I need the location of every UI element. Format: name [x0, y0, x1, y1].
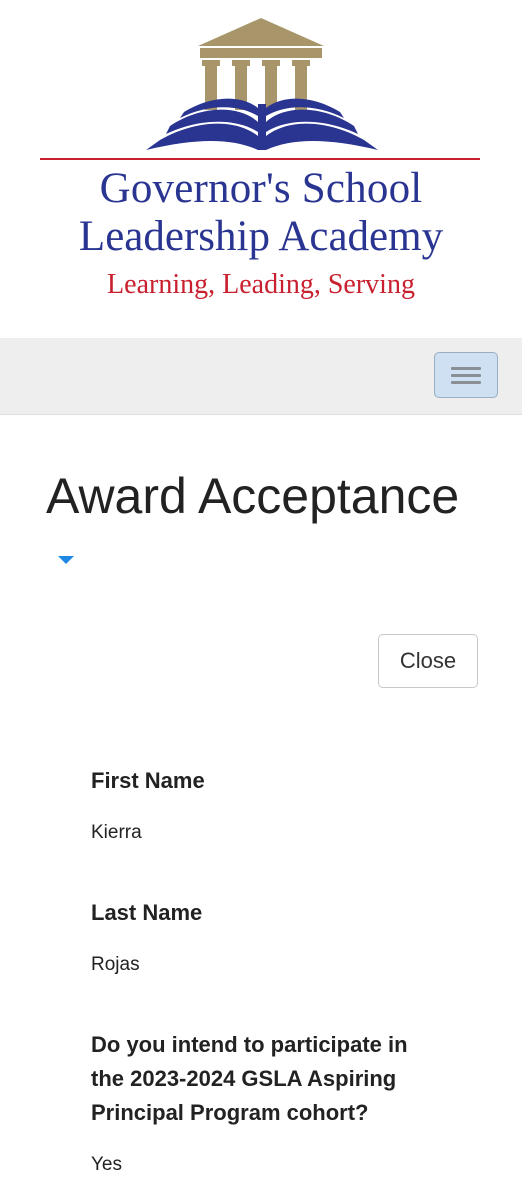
logo-open-book — [146, 98, 378, 150]
logo-pediment — [198, 18, 324, 46]
field-label: Last Name — [91, 900, 203, 925]
field-label: Do you intend to participate in the 2023… — [91, 1032, 408, 1125]
close-button[interactable]: Close — [378, 634, 478, 688]
field-value: Yes — [91, 1154, 122, 1175]
logo-school-name-line2: Leadership Academy — [78, 213, 444, 260]
logo-school-name-line1: Governor's School — [99, 165, 423, 212]
page-title: Award Acceptance — [46, 466, 486, 586]
caret-down-icon[interactable] — [58, 555, 74, 564]
field-last-name: Last Name Rojas — [91, 896, 451, 978]
field-participation-question: Do you intend to participate in the 2023… — [91, 1028, 436, 1178]
logo-entablature — [200, 48, 322, 58]
field-first-name: First Name Kierra — [91, 764, 451, 846]
navbar-toggle-button[interactable] — [434, 352, 498, 398]
logo-tagline: Learning, Leading, Serving — [107, 269, 415, 300]
field-label: First Name — [91, 768, 205, 793]
page-title-row: Award Acceptance — [46, 466, 486, 586]
page-title-text: Award Acceptance — [46, 468, 460, 524]
field-value: Kierra — [91, 822, 142, 843]
top-navbar — [0, 338, 522, 415]
field-value: Rojas — [91, 954, 140, 975]
site-header: Governor's School Leadership Academy Lea… — [0, 0, 522, 338]
school-logo-graphic — [40, 18, 480, 160]
